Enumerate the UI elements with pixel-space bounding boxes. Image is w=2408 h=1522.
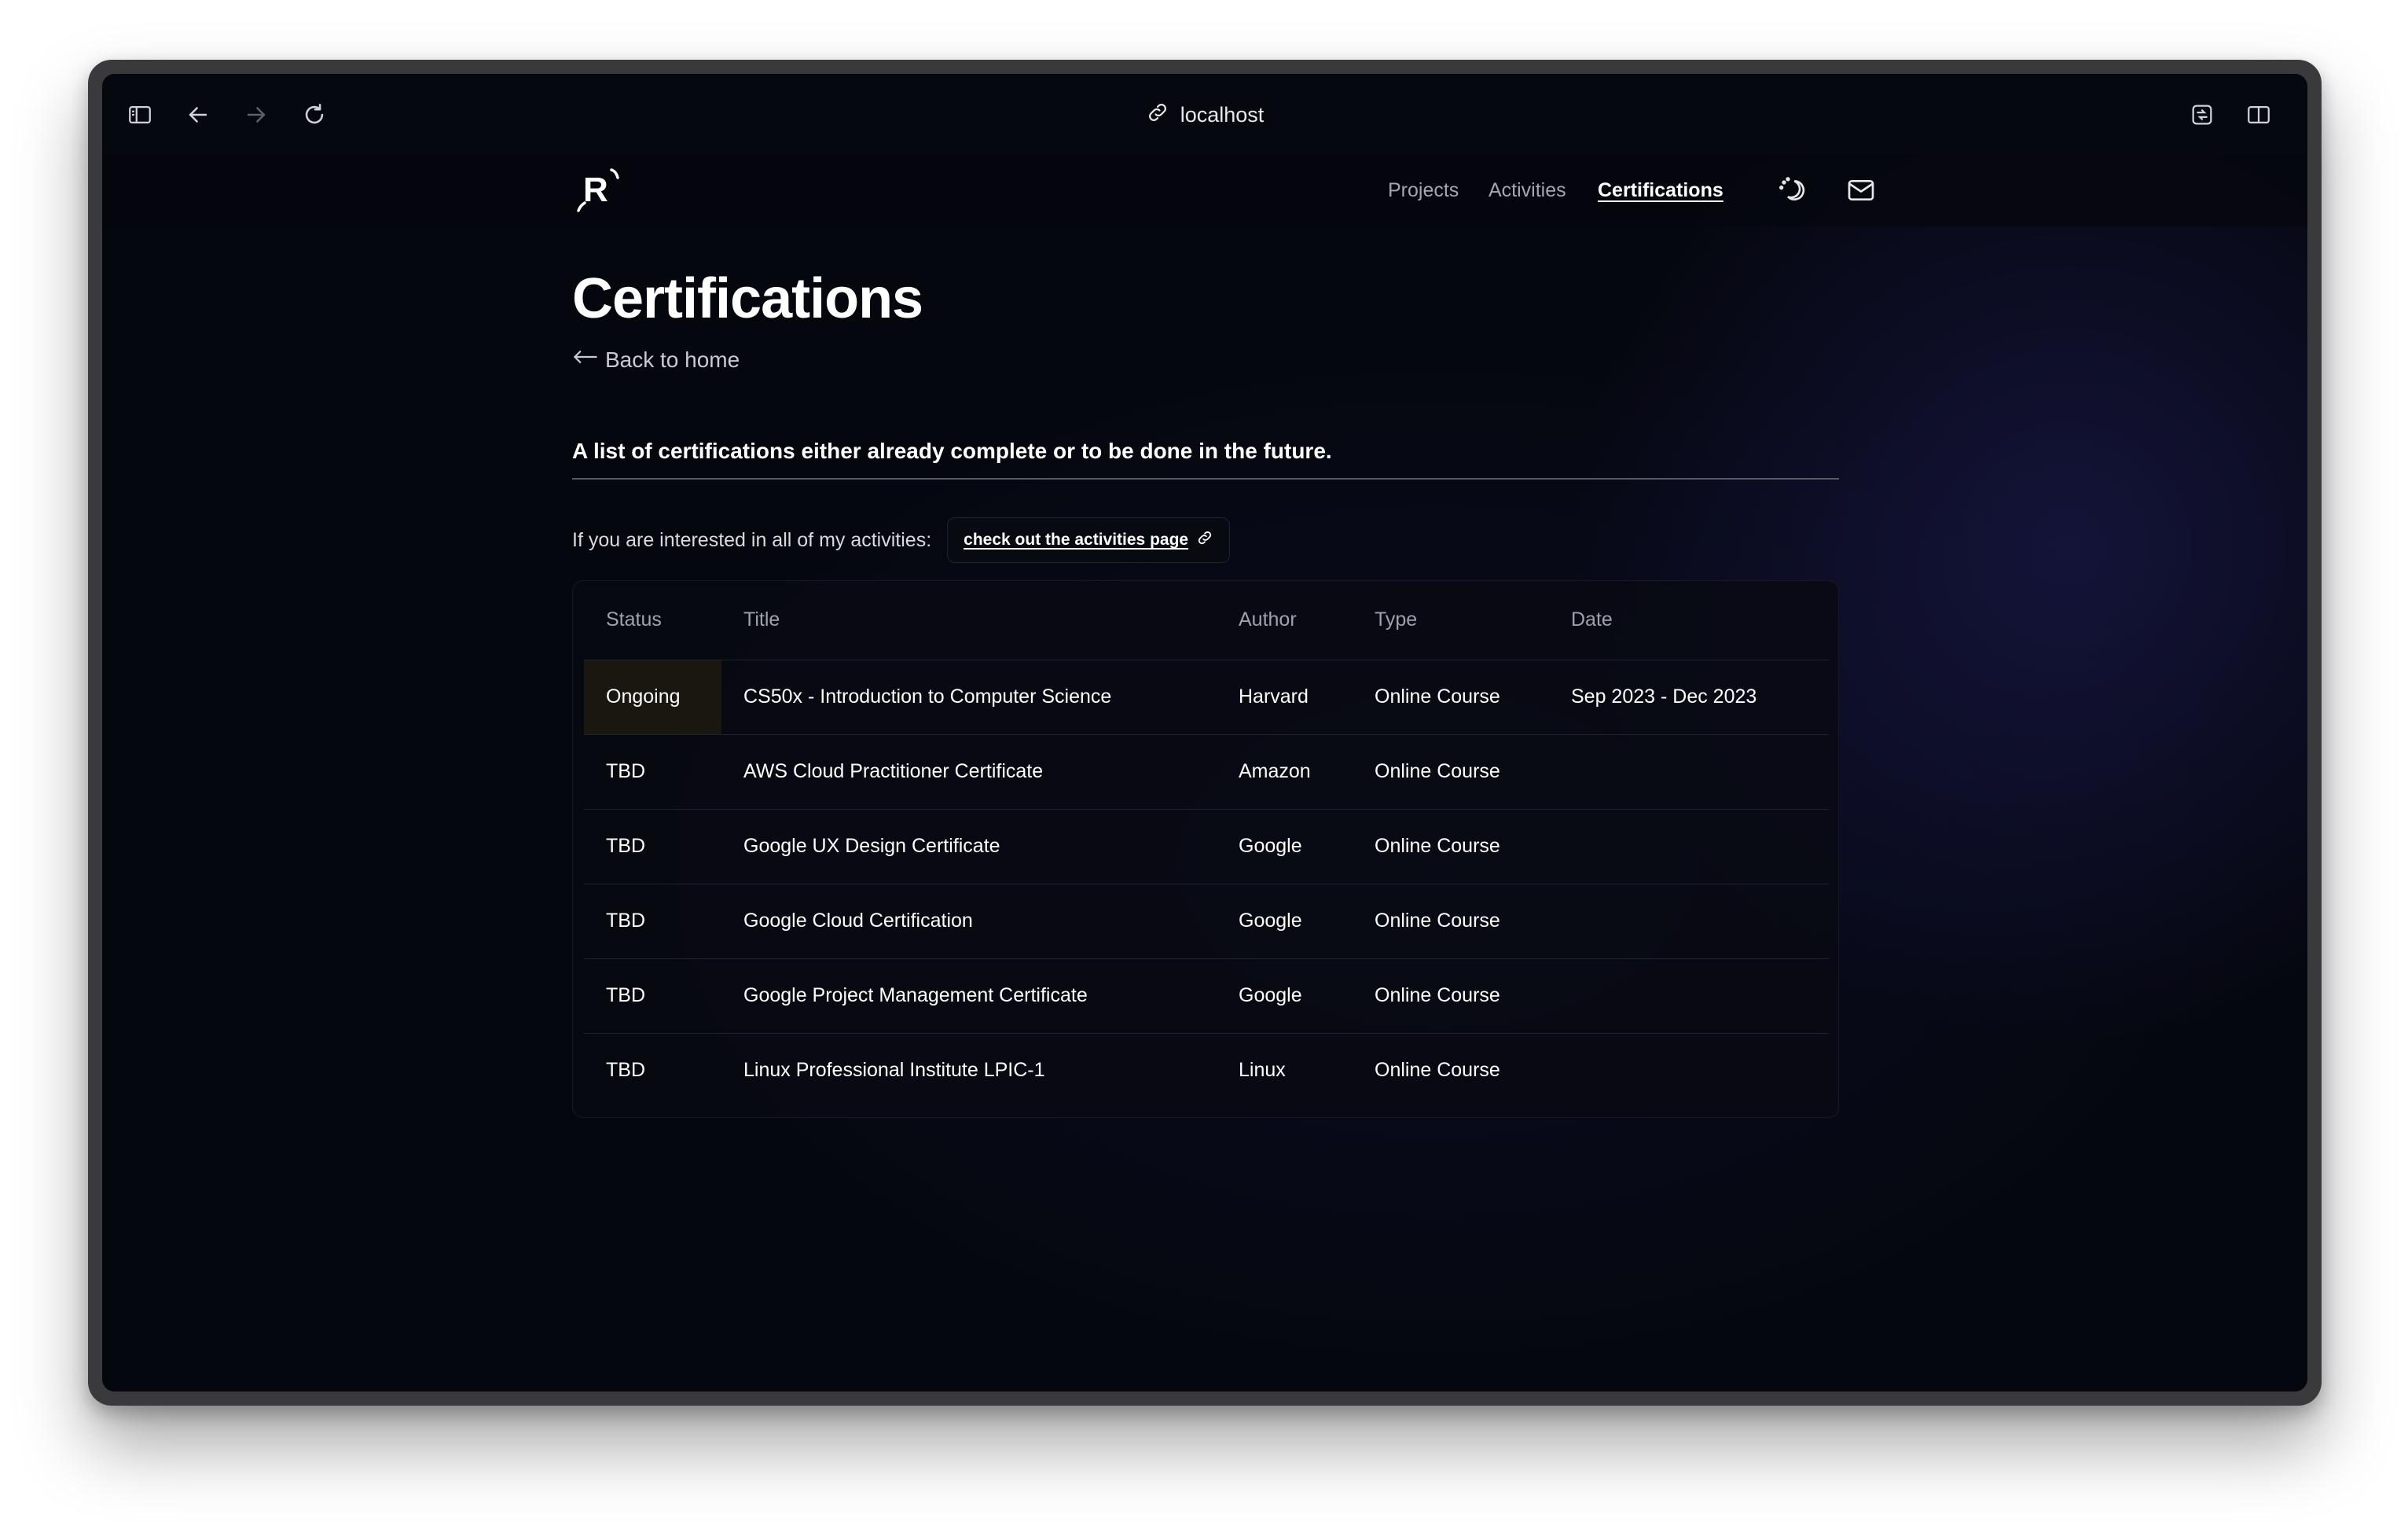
site-header: R Projects Activities Certifications <box>102 154 2307 226</box>
external-link-icon <box>1196 529 1213 551</box>
column-header-author[interactable]: Author <box>1217 581 1353 660</box>
back-to-home-label: Back to home <box>605 347 740 372</box>
activities-page-link[interactable]: check out the activities page <box>947 517 1231 563</box>
table-row[interactable]: TBD AWS Cloud Practitioner Certificate A… <box>584 734 1829 810</box>
type-cell: Online Course <box>1353 734 1549 810</box>
status-cell: TBD <box>584 734 721 810</box>
nav-projects[interactable]: Projects <box>1388 179 1459 202</box>
page-title: Certifications <box>572 267 923 330</box>
activities-link-label: check out the activities page <box>964 531 1189 549</box>
nav-activities[interactable]: Activities <box>1488 179 1566 202</box>
type-cell: Online Course <box>1353 884 1549 959</box>
table-row[interactable]: TBD Linux Professional Institute LPIC-1 … <box>584 1033 1829 1108</box>
website: R Projects Activities Certifications Cer… <box>102 154 2307 1391</box>
date-cell <box>1549 958 1829 1034</box>
author-cell: Amazon <box>1217 734 1353 810</box>
theme-toggle-icon[interactable] <box>1776 175 1808 206</box>
browser-viewport: localhost R Projects Activities Certific… <box>102 74 2307 1391</box>
date-cell <box>1549 884 1829 959</box>
browser-toolbar: localhost <box>102 74 2307 154</box>
table-row[interactable]: TBD Google UX Design Certificate Google … <box>584 809 1829 884</box>
author-cell: Linux <box>1239 1059 1286 1082</box>
status-cell: TBD <box>584 809 721 884</box>
status-cell: Ongoing <box>584 660 721 735</box>
date-cell <box>1549 809 1829 884</box>
type-cell: Online Course <box>1353 958 1549 1034</box>
arrow-left-icon <box>572 346 599 373</box>
status-cell: TBD <box>606 1059 645 1082</box>
table-header-row: Status Title Author Type Date <box>584 581 1829 660</box>
main-nav: Projects Activities Certifications <box>102 171 2307 209</box>
nav-certifications[interactable]: Certifications <box>1598 179 1723 202</box>
author-cell: Google <box>1217 884 1353 959</box>
back-to-home-link[interactable]: Back to home <box>572 346 740 373</box>
column-header-title[interactable]: Title <box>721 581 1217 660</box>
table-row[interactable]: TBD Google Cloud Certification Google On… <box>584 884 1829 959</box>
type-cell: Online Course <box>1353 660 1549 735</box>
title-cell: Google Cloud Certification <box>721 884 1217 959</box>
column-header-type[interactable]: Type <box>1353 581 1549 660</box>
mail-icon[interactable] <box>1845 175 1877 206</box>
title-cell: AWS Cloud Practitioner Certificate <box>721 734 1217 810</box>
table-row[interactable]: Ongoing CS50x - Introduction to Computer… <box>584 660 1829 735</box>
url-text: localhost <box>1180 102 1265 127</box>
status-cell: TBD <box>584 884 721 959</box>
date-cell <box>1549 1033 1829 1108</box>
address-bar[interactable]: localhost <box>102 97 2307 132</box>
extensions-icon[interactable] <box>2185 97 2219 132</box>
browser-window: localhost R Projects Activities Certific… <box>88 60 2322 1406</box>
status-cell: TBD <box>584 958 721 1034</box>
title-cell: Google Project Management Certificate <box>721 958 1217 1034</box>
certifications-table-card: Status Title Author Type Date Ongoing CS… <box>572 580 1839 1118</box>
page-intro: A list of certifications either already … <box>572 439 1839 480</box>
date-cell <box>1549 734 1829 810</box>
activities-callout: If you are interested in all of my activ… <box>572 517 1231 563</box>
title-cell: CS50x - Introduction to Computer Science <box>721 660 1217 735</box>
column-header-date[interactable]: Date <box>1549 581 1829 660</box>
activities-text: If you are interested in all of my activ… <box>572 528 932 551</box>
date-cell: Sep 2023 - Dec 2023 <box>1549 660 1829 735</box>
author-cell: Harvard <box>1217 660 1353 735</box>
split-view-icon[interactable] <box>2241 97 2276 132</box>
author-cell: Google <box>1217 809 1353 884</box>
screenshot-stage: localhost R Projects Activities Certific… <box>0 0 2408 1522</box>
title-cell: Google UX Design Certificate <box>721 809 1217 884</box>
column-header-status[interactable]: Status <box>584 581 721 660</box>
title-cell: Linux Professional Institute LPIC-1 <box>743 1059 1045 1082</box>
type-cell: Online Course <box>1353 809 1549 884</box>
table-row[interactable]: TBD Google Project Management Certificat… <box>584 958 1829 1034</box>
certifications-table: Status Title Author Type Date Ongoing CS… <box>584 581 1829 1108</box>
author-cell: Google <box>1217 958 1353 1034</box>
link-icon <box>1146 101 1169 130</box>
type-cell: Online Course <box>1375 1059 1500 1082</box>
